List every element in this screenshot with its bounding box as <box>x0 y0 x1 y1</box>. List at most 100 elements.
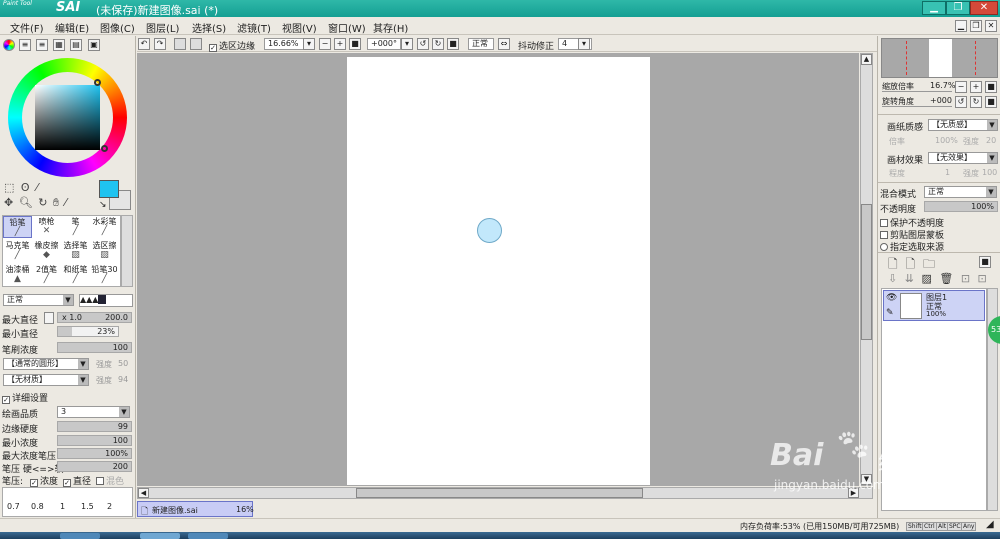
tool-marker[interactable]: 马克笔 ╱ <box>3 240 32 262</box>
layer-row[interactable]: 👁︎ ✎ 图层1 正常 100% <box>883 290 985 321</box>
nav-zoom-out-icon[interactable]: − <box>955 81 967 93</box>
palette-icon[interactable]: ▤ <box>70 39 82 51</box>
size-preset-1[interactable]: 0.8 <box>31 502 44 511</box>
scroll-up-icon[interactable]: ▲ <box>861 54 872 65</box>
zoom-field[interactable]: 16.66% <box>264 38 304 50</box>
horizontal-scroll-thumb[interactable] <box>356 488 643 498</box>
tool-pencil[interactable]: 铅笔 ╱ <box>3 216 32 238</box>
tool-paper-pen[interactable]: 和纸笔 ╱ <box>61 264 90 286</box>
hsv-slider-icon[interactable]: ≡ <box>36 39 48 51</box>
menu-select[interactable]: 选择(S) <box>192 20 226 35</box>
swap-colors-icon[interactable]: ↘ <box>99 200 107 210</box>
tool-eraser[interactable]: 橡皮擦 ◆ <box>32 240 61 262</box>
color-wheel-mode-icon[interactable] <box>3 39 15 51</box>
paper-texture-select[interactable]: 【无质感】 ▼ <box>928 119 998 131</box>
rgb-slider-icon[interactable]: ≡ <box>19 39 31 51</box>
pressure-hardness-slider[interactable]: 200 <box>57 461 132 472</box>
menu-view[interactable]: 视图(V) <box>282 20 317 35</box>
nav-rotate-left-icon[interactable]: ↺ <box>955 96 967 108</box>
edge-hardness-slider[interactable]: 99 <box>57 421 132 432</box>
primary-color-swatch[interactable] <box>99 180 119 198</box>
menu-other[interactable]: 其存(H) <box>373 20 408 35</box>
tool-pencil30[interactable]: 铅笔30 ╱ <box>90 264 119 286</box>
zoom-out-icon[interactable]: − <box>319 38 331 50</box>
brush-shape-selector[interactable]: ▲▲▲■ <box>79 294 133 307</box>
rotation-field[interactable]: +000° <box>367 38 401 50</box>
zoom-in-icon[interactable]: + <box>334 38 346 50</box>
apply-mask-icon[interactable]: ⊡ <box>978 272 987 285</box>
blend-mode-field[interactable]: 正常 <box>468 38 494 50</box>
nav-zoom-value[interactable]: 16.7% <box>930 81 955 90</box>
tex-scale-value[interactable]: 100% <box>935 136 958 145</box>
resize-grip-icon[interactable]: ◢ <box>986 519 994 530</box>
nav-rotate-right-icon[interactable]: ↻ <box>970 96 982 108</box>
scroll-left-icon[interactable]: ◀ <box>138 488 149 498</box>
saturation-value-square[interactable] <box>35 85 100 150</box>
size-preset-3[interactable]: 1.5 <box>81 502 94 511</box>
zoom-menu-icon[interactable]: ▾ <box>303 38 315 50</box>
canvas-viewport[interactable] <box>137 53 859 486</box>
close-button[interactable]: ✕ <box>970 1 998 15</box>
pressure-diameter-checkbox[interactable]: ✓ 直径 <box>63 474 91 487</box>
size-preset-4[interactable]: 2 <box>107 502 112 511</box>
nav-zoom-in-icon[interactable]: + <box>970 81 982 93</box>
vertical-scroll-thumb[interactable] <box>861 204 872 340</box>
invert-selection-icon[interactable] <box>190 38 202 50</box>
restore-button[interactable]: ❐ <box>946 1 970 15</box>
tool-selection-pen[interactable]: 选择笔 ▨ <box>61 240 90 262</box>
taskbar-item[interactable] <box>60 533 100 539</box>
tool-pen[interactable]: 笔 ╱ <box>61 216 90 238</box>
brush-texture-select[interactable]: 【无材质】 ▼ <box>3 374 89 386</box>
taskbar-item[interactable] <box>140 533 180 539</box>
min-diameter-slider[interactable]: 23% <box>57 326 119 337</box>
undo-icon[interactable]: ↶ <box>138 38 150 50</box>
menu-window[interactable]: 窗口(W) <box>328 20 366 35</box>
minimize-button[interactable]: ▁ <box>922 1 946 15</box>
tool-watercolor[interactable]: 水彩笔 ╱ <box>90 216 119 238</box>
detail-settings-checkbox[interactable]: ✓ 详细设置 <box>2 391 48 404</box>
menu-image[interactable]: 图像(C) <box>100 20 135 35</box>
quality-select[interactable]: 3 ▼ <box>57 406 130 418</box>
canvas-horizontal-scrollbar[interactable]: ◀ ▶ <box>137 487 873 499</box>
max-diameter-slider[interactable]: x 1.0 200.0 <box>57 312 132 323</box>
shape-strength-value[interactable]: 50 <box>118 359 128 368</box>
tool-bucket[interactable]: 油漆桶 ▲ <box>3 264 32 286</box>
pressure-density-checkbox[interactable]: ✓ 浓度 <box>30 474 58 487</box>
size-preset-0[interactable]: 0.7 <box>7 502 20 511</box>
eff-level-value[interactable]: 1 <box>945 168 950 177</box>
max-pressure-slider[interactable]: 100% <box>57 448 132 459</box>
brush-density-slider[interactable]: 100 <box>57 342 132 353</box>
visibility-eye-icon[interactable]: 👁︎ <box>886 293 897 303</box>
max-diameter-toggle[interactable] <box>44 312 54 324</box>
tex-strength-value[interactable]: 20 <box>986 136 996 145</box>
transfer-down-icon[interactable]: ⇩ <box>888 272 897 285</box>
flip-icon[interactable]: ⇔ <box>498 38 510 50</box>
color-picker-handle[interactable] <box>94 79 101 86</box>
canvas-paper[interactable] <box>347 57 650 485</box>
nav-rotate-reset-icon[interactable]: ■ <box>985 96 997 108</box>
menu-file[interactable]: 文件(F) <box>10 20 44 35</box>
size-preset-2[interactable]: 1 <box>60 502 65 511</box>
tool-selection-eraser[interactable]: 选区擦 ▨ <box>90 240 119 262</box>
select-edge-checkbox[interactable]: ✓ 选区边缘 <box>209 39 255 52</box>
brush-mode-select[interactable]: 正常 ▼ <box>3 294 74 306</box>
delete-layer-icon[interactable]: 🗑︎ <box>939 272 953 285</box>
move-icon[interactable]: ✥ <box>4 196 13 209</box>
lasso-icon[interactable]: ʘ <box>21 181 30 194</box>
taskbar-item[interactable] <box>188 533 228 539</box>
eff-strength-value[interactable]: 100 <box>982 168 997 177</box>
menu-filter[interactable]: 滤镜(T) <box>237 20 271 35</box>
brush-shape-select[interactable]: 【通常的圆形】 ▼ <box>3 358 89 370</box>
rotate-left-icon[interactable]: ↺ <box>417 38 429 50</box>
tool-airbrush[interactable]: 喷枪 ✕ <box>32 216 61 238</box>
rotate-right-icon[interactable]: ↻ <box>432 38 444 50</box>
magic-wand-icon[interactable]: ⁄ <box>36 181 38 194</box>
layer-panel-menu-icon[interactable]: ■ <box>979 256 991 268</box>
rotation-menu-icon[interactable]: ▾ <box>401 38 413 50</box>
new-layer-icon[interactable]: 🗋︎ <box>888 257 898 271</box>
redo-icon[interactable]: ↷ <box>154 38 166 50</box>
doc-close-button[interactable]: ✕ <box>985 20 997 32</box>
layer-mask-icon[interactable]: ⊡ <box>961 272 970 285</box>
layer-blend-select[interactable]: 正常 ▼ <box>924 186 997 198</box>
paper-effect-select[interactable]: 【无效果】 ▼ <box>928 152 998 164</box>
